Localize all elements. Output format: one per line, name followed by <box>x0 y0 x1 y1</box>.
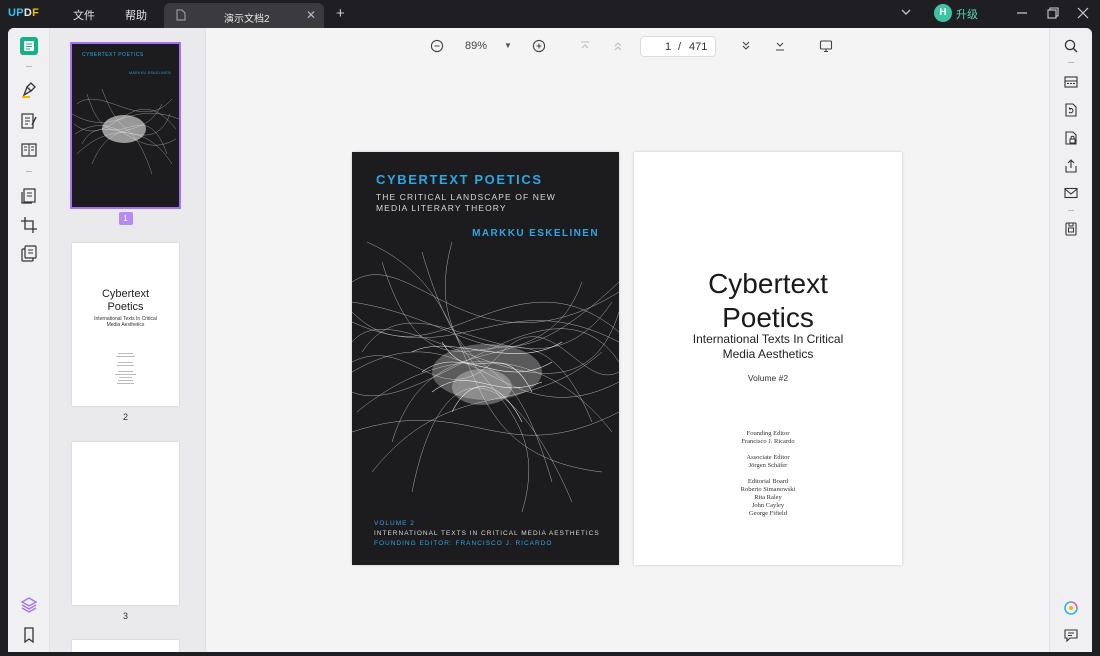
convert-pdf-icon[interactable] <box>1063 102 1079 118</box>
minimize-icon[interactable] <box>1014 5 1030 21</box>
menu-help[interactable]: 帮助 <box>125 7 147 23</box>
upgrade-label: 升级 <box>956 9 978 21</box>
last-page-icon[interactable] <box>773 39 787 53</box>
title-subtitle: International Texts In Critical Media Ae… <box>634 332 902 362</box>
zoom-dropdown-icon[interactable]: ▼ <box>504 41 512 50</box>
total-pages: 471 <box>689 41 708 53</box>
cover-series: INTERNATIONAL TEXTS IN CRITICAL MEDIA AE… <box>374 530 600 537</box>
pdf-page-title[interactable]: Cybertext Poetics International Texts In… <box>634 152 902 565</box>
page-layout-icon[interactable] <box>19 140 39 160</box>
zoom-level[interactable]: 89% <box>465 40 487 52</box>
app-logo: UPDF <box>8 7 39 19</box>
cover-artwork <box>352 241 619 513</box>
separator <box>1068 210 1074 211</box>
thumb1-title: CYBERTEXT POETICS <box>82 52 144 58</box>
thumbnail-page-2[interactable]: Cybertext Poetics International Texts In… <box>72 243 179 406</box>
app-window: CYBERTEXT POETICS MARKKU ESKELINEN 1 Cyb… <box>8 28 1092 652</box>
zoom-in-icon[interactable] <box>532 39 546 53</box>
current-page[interactable]: 1 <box>665 41 671 53</box>
cover-subtitle: THE CRITICAL LANDSCAPE OF NEW MEDIA LITE… <box>376 192 556 213</box>
layers-icon[interactable] <box>19 595 39 615</box>
comment-highlighter-icon[interactable] <box>19 80 39 100</box>
board-member: Rita Raley <box>754 494 782 501</box>
thumbnail-number-1: 1 <box>72 212 179 225</box>
search-icon[interactable] <box>1063 38 1079 54</box>
reader-mode-icon[interactable] <box>19 36 39 56</box>
menu-file[interactable]: 文件 <box>73 7 95 23</box>
view-toolbar: 89% ▼ 1 / 471 <box>206 28 1049 64</box>
user-avatar: H <box>934 4 952 22</box>
first-page-icon[interactable] <box>578 39 592 53</box>
title-bar: UPDF 文件 帮助 演示文档2 ✕ + H 升级 <box>0 0 1100 28</box>
associate-editor-name: Jörgen Schäfer <box>748 462 788 469</box>
comments-icon[interactable] <box>1063 627 1079 643</box>
zoom-out-icon[interactable] <box>430 39 444 53</box>
associate-editor-label: Associate Editor <box>746 454 790 461</box>
subtitle-line-2: Media Aesthetics <box>722 347 814 361</box>
new-tab-plus-icon[interactable]: + <box>336 5 345 22</box>
board-member: Roberto Simanowski <box>740 486 796 493</box>
tab-list-chevron-down-icon[interactable] <box>900 6 912 18</box>
bookmark-icon[interactable] <box>19 625 39 645</box>
subtitle-line-1: International Texts In Critical <box>692 332 844 346</box>
document-canvas: 89% ▼ 1 / 471 CYBERTEXT POETICS THE CRIT… <box>206 28 1049 652</box>
ai-assistant-icon[interactable] <box>1063 600 1079 616</box>
thumbnail-page-3[interactable] <box>72 442 179 605</box>
cover-editor: FOUNDING EDITOR: FRANCISCO J. RICARDO <box>374 540 553 547</box>
left-tool-sidebar <box>8 28 50 652</box>
share-icon[interactable] <box>1063 158 1079 174</box>
page-separator: / <box>678 41 682 53</box>
protect-pdf-icon[interactable] <box>1063 130 1079 146</box>
board-member: George Fifield <box>749 510 787 517</box>
previous-page-icon[interactable] <box>611 39 625 53</box>
thumbnail-number-3: 3 <box>122 611 128 621</box>
thumb1-author: MARKKU ESKELINEN <box>129 71 171 75</box>
tab-close-icon[interactable]: ✕ <box>306 8 316 22</box>
logo-part-3: F <box>32 7 40 19</box>
separator <box>1068 62 1074 63</box>
thumbnail-number-2: 2 <box>122 412 128 422</box>
editorial-board-label: Editorial Board <box>747 478 789 485</box>
credits-block: Founding Editor Francisco J. Ricardo Ass… <box>634 430 902 518</box>
separator <box>26 66 32 67</box>
tab-document-icon <box>176 9 186 21</box>
restore-window-icon[interactable] <box>1045 5 1061 21</box>
close-window-icon[interactable] <box>1075 5 1091 21</box>
logo-part-2: D <box>23 7 33 19</box>
title-line-1: Cybertext <box>708 268 828 299</box>
page-number-input[interactable]: 1 / 471 <box>640 36 716 57</box>
title-line-2: Poetics <box>722 302 814 333</box>
separator <box>26 171 32 172</box>
crop-pages-icon[interactable] <box>19 215 39 235</box>
document-tab[interactable]: 演示文档2 ✕ <box>164 3 324 28</box>
cover-volume: VOLUME 2 <box>374 520 415 527</box>
title-volume: Volume #2 <box>747 373 789 383</box>
thumbnail-panel: CYBERTEXT POETICS MARKKU ESKELINEN 1 Cyb… <box>50 28 206 652</box>
next-page-icon[interactable] <box>739 39 753 53</box>
founding-editor-name: Francisco J. Ricardo <box>741 438 795 445</box>
board-member: John Cayley <box>751 502 785 509</box>
thumbnail-page-4[interactable] <box>72 640 179 652</box>
save-as-icon[interactable] <box>1063 221 1079 237</box>
tools-icon[interactable] <box>19 244 39 264</box>
edit-pdf-icon[interactable] <box>19 111 39 131</box>
cover-author: MARKKU ESKELINEN <box>472 228 599 239</box>
founding-editor-label: Founding Editor <box>746 430 790 437</box>
organize-pages-icon[interactable] <box>19 186 39 206</box>
tab-label: 演示文档2 <box>224 14 270 25</box>
presentation-icon[interactable] <box>819 39 833 53</box>
pdf-page-cover[interactable]: CYBERTEXT POETICS THE CRITICAL LANDSCAPE… <box>352 152 619 565</box>
cover-title: CYBERTEXT POETICS <box>376 172 543 187</box>
logo-part-1: UP <box>8 7 24 19</box>
thumbnail-page-1[interactable]: CYBERTEXT POETICS MARKKU ESKELINEN <box>70 42 181 209</box>
right-tool-sidebar <box>1049 28 1092 652</box>
email-icon[interactable] <box>1063 185 1079 201</box>
ocr-icon[interactable] <box>1063 74 1079 90</box>
